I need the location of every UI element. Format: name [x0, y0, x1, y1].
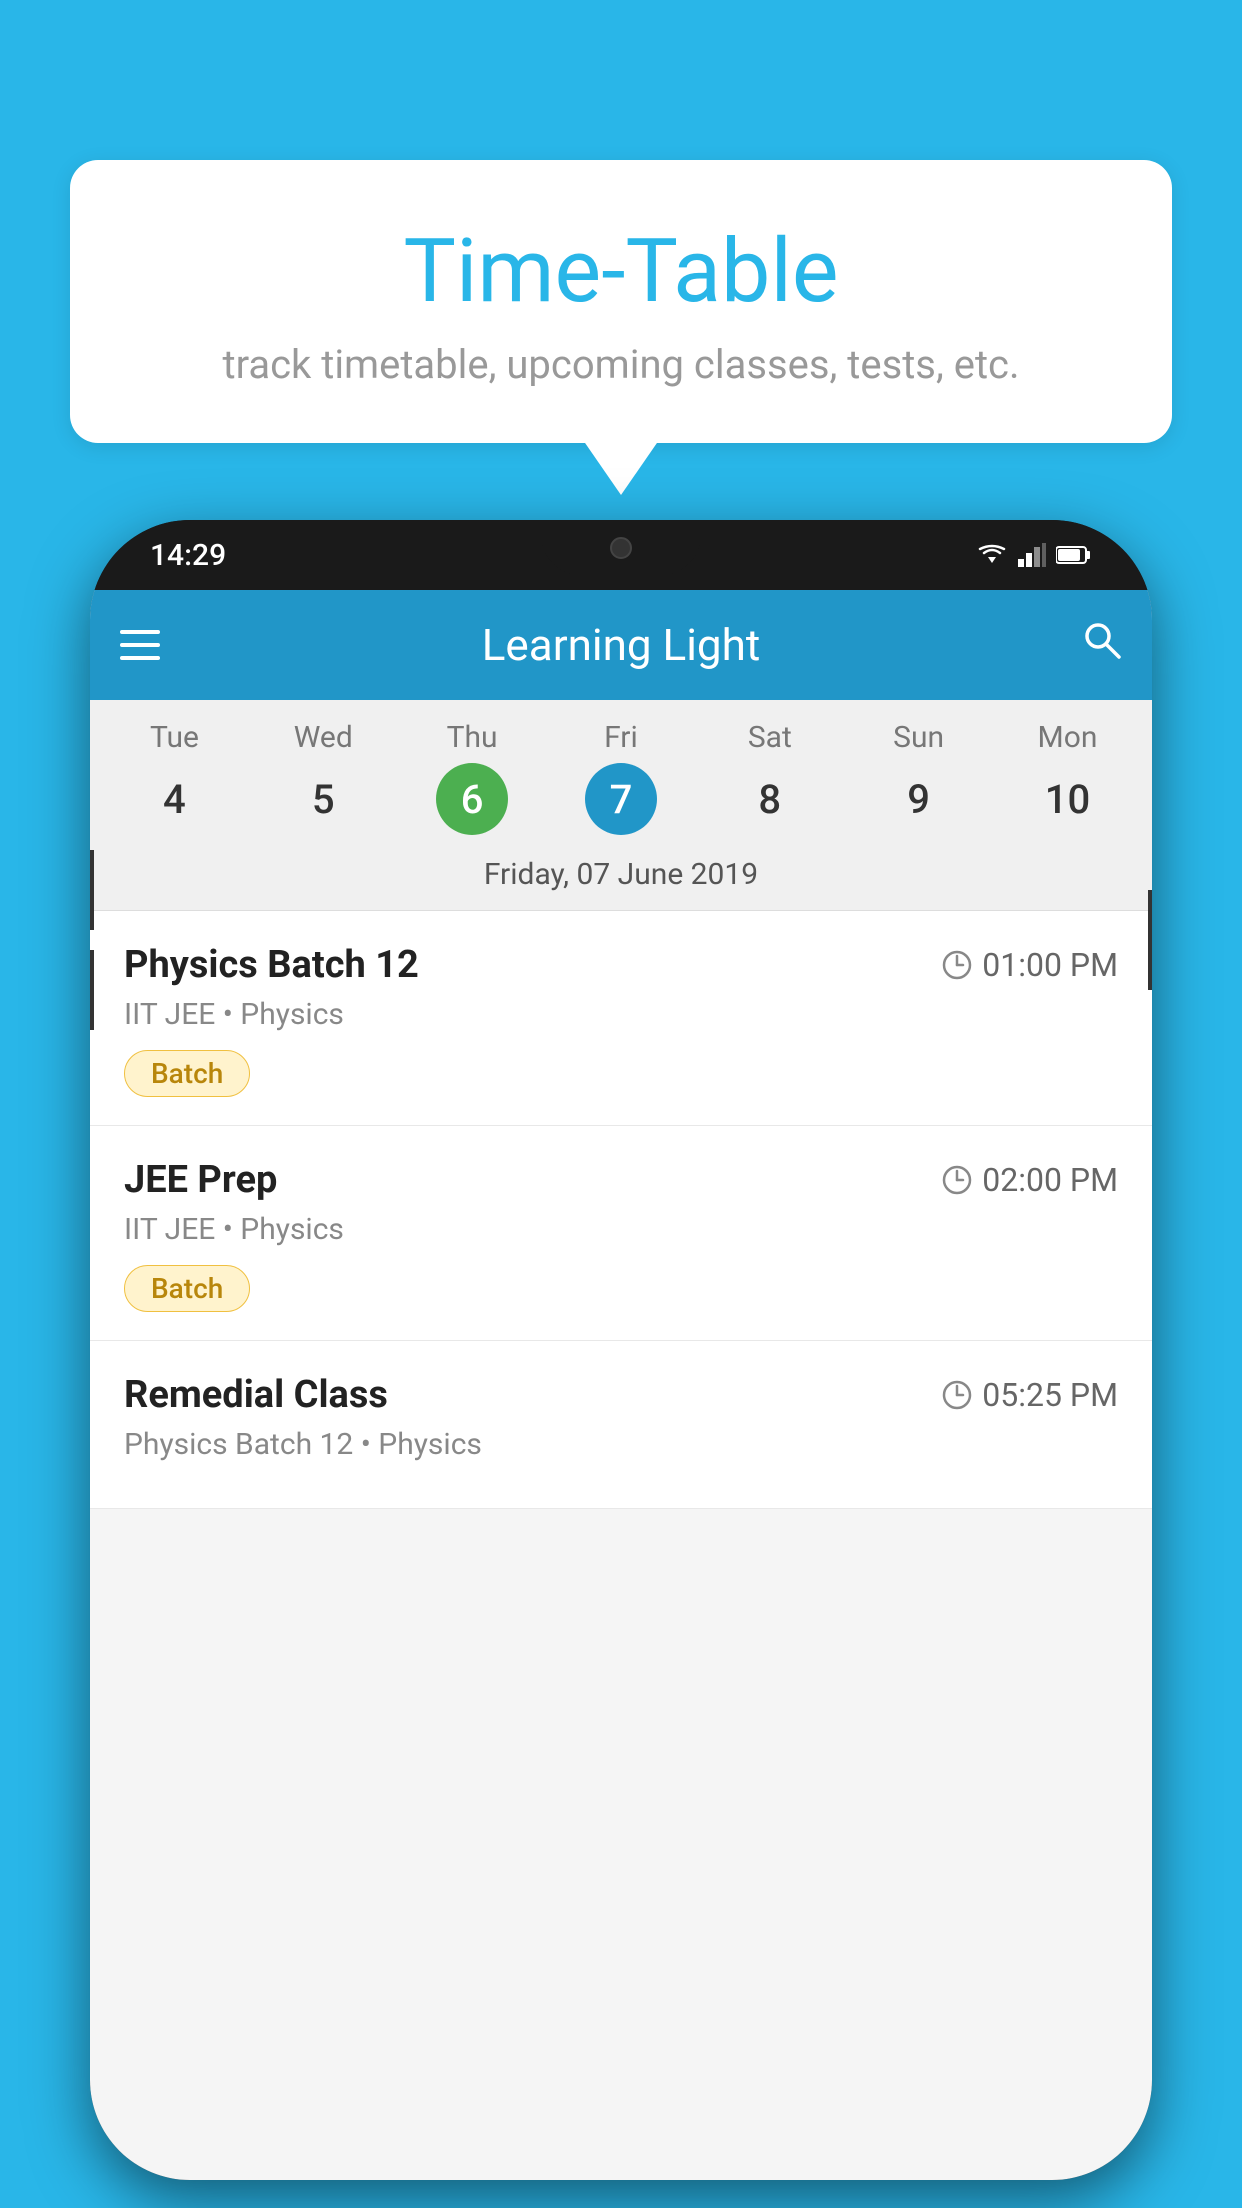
- batch-badge: Batch: [124, 1050, 250, 1097]
- speech-bubble-container: Time-Table track timetable, upcoming cla…: [70, 160, 1172, 443]
- speech-bubble-title: Time-Table: [120, 220, 1122, 323]
- schedule-item[interactable]: JEE Prep 02:00 PM IIT JEE • Physics Batch: [90, 1126, 1152, 1341]
- calendar-day-10[interactable]: Mon 10: [1002, 720, 1132, 835]
- day-number[interactable]: 10: [1031, 763, 1103, 835]
- wifi-icon: [976, 543, 1008, 567]
- clock-icon: [942, 1165, 972, 1195]
- day-name: Sat: [748, 720, 792, 755]
- batch-badge: Batch: [124, 1265, 250, 1312]
- phone-frame: 14:29: [90, 520, 1152, 2180]
- status-icons: [976, 543, 1092, 567]
- schedule-item-title: JEE Prep: [124, 1158, 277, 1202]
- schedule-item-header: JEE Prep 02:00 PM: [124, 1158, 1118, 1202]
- phone-camera: [610, 537, 632, 559]
- day-number[interactable]: 5: [287, 763, 359, 835]
- calendar-days-row: Tue 4 Wed 5 Thu 6 Fri 7 Sat 8 Sun 9 Mon 10: [90, 720, 1152, 845]
- schedule-item-time: 05:25 PM: [942, 1376, 1118, 1414]
- volume-down-button: [90, 950, 94, 1030]
- phone-notch: [541, 520, 701, 575]
- schedule-item-header: Remedial Class 05:25 PM: [124, 1373, 1118, 1417]
- calendar-day-6[interactable]: Thu 6: [407, 720, 537, 835]
- day-name: Wed: [294, 720, 353, 755]
- schedule-item-subtitle: Physics Batch 12 • Physics: [124, 1427, 1118, 1462]
- schedule-item-subtitle: IIT JEE • Physics: [124, 997, 1118, 1032]
- clock-icon: [942, 950, 972, 980]
- battery-icon: [1056, 545, 1092, 565]
- volume-up-button: [90, 850, 94, 930]
- day-number[interactable]: 4: [138, 763, 210, 835]
- day-name: Fri: [604, 720, 638, 755]
- day-name: Sun: [893, 720, 944, 755]
- calendar-day-8[interactable]: Sat 8: [705, 720, 835, 835]
- time-text: 05:25 PM: [982, 1376, 1118, 1414]
- calendar-day-9[interactable]: Sun 9: [854, 720, 984, 835]
- day-name: Thu: [447, 720, 498, 755]
- status-time: 14:29: [150, 538, 226, 573]
- search-icon[interactable]: [1082, 620, 1122, 671]
- schedule-item-title: Physics Batch 12: [124, 943, 419, 987]
- day-number[interactable]: 8: [734, 763, 806, 835]
- phone-status-bar: 14:29: [90, 520, 1152, 590]
- app-bar: Learning Light: [90, 590, 1152, 700]
- app-bar-title: Learning Light: [482, 619, 761, 671]
- schedule-item-title: Remedial Class: [124, 1373, 388, 1417]
- menu-icon[interactable]: [120, 623, 160, 667]
- speech-bubble: Time-Table track timetable, upcoming cla…: [70, 160, 1172, 443]
- calendar-day-4[interactable]: Tue 4: [109, 720, 239, 835]
- phone-screen: Learning Light Tue4Wed5Thu6Fri7Sat8Sun9M…: [90, 590, 1152, 2180]
- calendar-day-7[interactable]: Fri 7: [556, 720, 686, 835]
- schedule-item-subtitle: IIT JEE • Physics: [124, 1212, 1118, 1247]
- day-number[interactable]: 6: [436, 763, 508, 835]
- calendar-day-5[interactable]: Wed 5: [258, 720, 388, 835]
- speech-bubble-subtitle: track timetable, upcoming classes, tests…: [120, 341, 1122, 388]
- day-number[interactable]: 9: [883, 763, 955, 835]
- schedule-item-header: Physics Batch 12 01:00 PM: [124, 943, 1118, 987]
- clock-icon: [942, 1380, 972, 1410]
- schedule-item-time: 02:00 PM: [942, 1161, 1118, 1199]
- signal-icon: [1018, 543, 1046, 567]
- schedule-item[interactable]: Remedial Class 05:25 PM Physics Batch 12 …: [90, 1341, 1152, 1509]
- time-text: 02:00 PM: [982, 1161, 1118, 1199]
- calendar-strip: Tue 4 Wed 5 Thu 6 Fri 7 Sat 8 Sun 9 Mon 10 Friday, 07…: [90, 700, 1152, 911]
- power-button: [1148, 890, 1152, 990]
- day-number[interactable]: 7: [585, 763, 657, 835]
- calendar-selected-date: Friday, 07 June 2019: [90, 845, 1152, 911]
- schedule-item[interactable]: Physics Batch 12 01:00 PM IIT JEE • Physi…: [90, 911, 1152, 1126]
- time-text: 01:00 PM: [982, 946, 1118, 984]
- schedule-item-time: 01:00 PM: [942, 946, 1118, 984]
- schedule-list: Physics Batch 12 01:00 PM IIT JEE • Physi…: [90, 911, 1152, 1509]
- day-name: Tue: [150, 720, 199, 755]
- day-name: Mon: [1038, 720, 1098, 755]
